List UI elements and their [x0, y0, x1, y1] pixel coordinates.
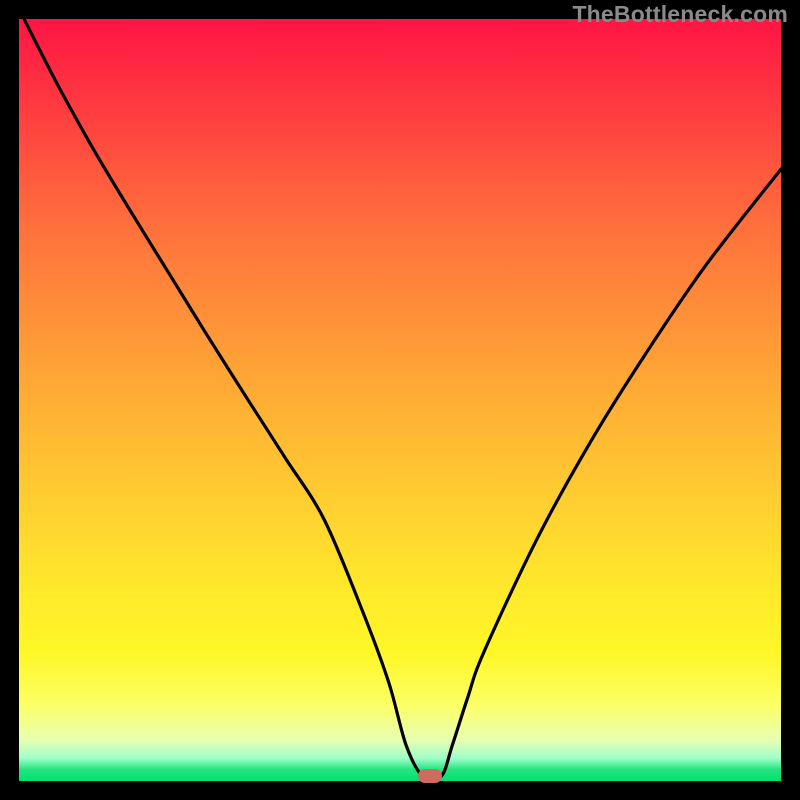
chart-frame: TheBottleneck.com: [0, 0, 800, 800]
watermark-text: TheBottleneck.com: [572, 1, 788, 28]
optimal-marker: [418, 769, 442, 783]
chart-gradient-area: [19, 19, 781, 781]
